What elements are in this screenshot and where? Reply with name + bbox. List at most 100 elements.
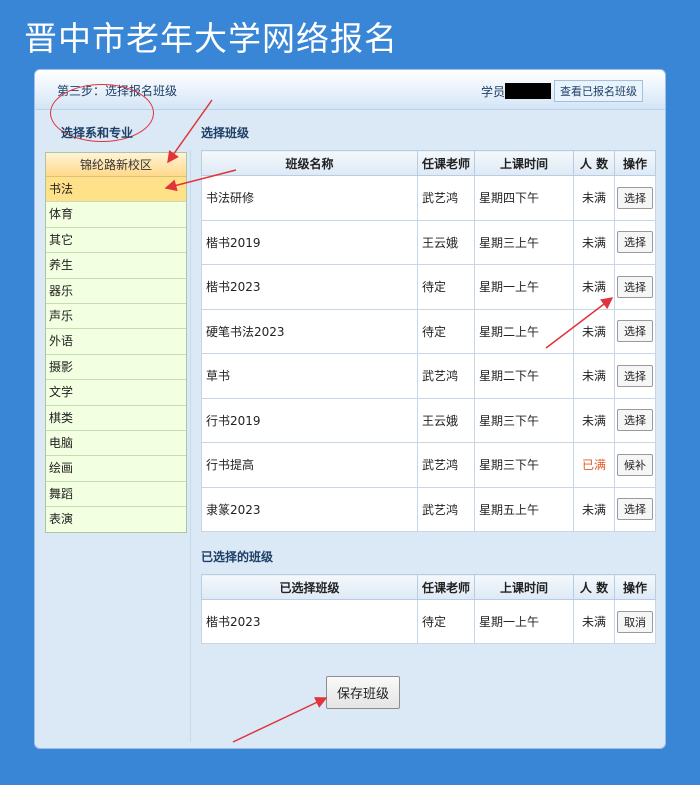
dept-item[interactable]: 器乐: [46, 278, 186, 304]
dept-item[interactable]: 养生: [46, 253, 186, 279]
class-table: 班级名称 任课老师 上课时间 人 数 操作 书法研修 武艺鸿 星期四下午 未满 选择 楷书…: [201, 150, 656, 532]
teacher-cell: 武艺鸿: [417, 486, 475, 532]
class-heading: 选择班级: [201, 126, 250, 140]
teacher-cell: 待定: [417, 599, 475, 644]
dept-heading: 选择系和专业: [61, 126, 134, 140]
time-cell: 星期五上午: [474, 486, 574, 532]
save-class-button[interactable]: 保存班级: [326, 676, 401, 709]
table-row: 行书2019 王云娥 星期三下午 未满 选择: [201, 397, 656, 443]
enrollment-panel: 第三步：选择报名班级 学员 查看已报名班级 选择系和专业 选择班级 锦纶路新校区…: [34, 69, 666, 749]
column-header: 上课时间: [474, 150, 574, 176]
column-header: 操作: [614, 150, 656, 176]
action-cell: 选择: [614, 397, 656, 443]
teacher-cell: 武艺鸿: [417, 442, 475, 488]
dept-item[interactable]: 书法: [46, 177, 186, 203]
teacher-cell: 武艺鸿: [417, 175, 475, 221]
class-name-cell: 隶篆2023: [201, 486, 418, 532]
class-name-cell: 草书: [201, 353, 418, 399]
teacher-cell: 待定: [417, 308, 475, 354]
column-header: 任课老师: [417, 150, 475, 176]
view-enrolled-button[interactable]: 查看已报名班级: [554, 80, 643, 102]
campus-header: 锦纶路新校区: [46, 153, 186, 177]
column-header: 任课老师: [417, 574, 475, 600]
status-cell: 未满: [573, 264, 615, 310]
dept-item[interactable]: 体育: [46, 202, 186, 228]
dept-item[interactable]: 外语: [46, 329, 186, 355]
department-list: 锦纶路新校区 书法 体育 其它 养生 器乐 声乐 外语 摄影 文学 棋类 电脑 绘画 舞蹈 表演: [45, 152, 187, 534]
class-name-cell: 行书提高: [201, 442, 418, 488]
table-row: 草书 武艺鸿 星期二下午 未满 选择: [201, 353, 656, 399]
dept-item[interactable]: 舞蹈: [46, 481, 186, 508]
teacher-cell: 武艺鸿: [417, 353, 475, 399]
dept-item[interactable]: 绘画: [46, 456, 186, 482]
class-name-cell: 书法研修: [201, 175, 418, 221]
column-header: 人 数: [573, 574, 615, 600]
teacher-cell: 王云娥: [417, 397, 475, 443]
column-header: 人 数: [573, 150, 615, 176]
action-button[interactable]: 候补: [617, 453, 653, 476]
table-row: 楷书2023 待定 星期一上午 未满 取消: [201, 599, 656, 644]
class-name-cell: 硬笔书法2023: [201, 308, 418, 354]
status-cell: 已满: [573, 442, 615, 488]
table-row: 硬笔书法2023 待定 星期二上午 未满 选择: [201, 308, 656, 354]
action-cell: 取消: [614, 599, 656, 644]
time-cell: 星期二上午: [474, 308, 574, 354]
time-cell: 星期三上午: [474, 219, 574, 265]
action-button[interactable]: 选择: [617, 364, 653, 387]
time-cell: 星期三下午: [474, 442, 574, 488]
action-button[interactable]: 取消: [617, 610, 653, 633]
status-cell: 未满: [573, 599, 615, 644]
action-button[interactable]: 选择: [617, 498, 653, 521]
dept-item[interactable]: 电脑: [46, 430, 186, 457]
dept-item[interactable]: 表演: [46, 507, 186, 533]
time-cell: 星期二下午: [474, 353, 574, 399]
student-area: 学员 查看已报名班级: [481, 80, 643, 102]
action-cell: 选择: [614, 308, 656, 354]
action-cell: 选择: [614, 175, 656, 221]
action-button[interactable]: 选择: [617, 275, 653, 298]
action-cell: 选择: [614, 264, 656, 310]
status-cell: 未满: [573, 397, 615, 443]
class-name-cell: 行书2019: [201, 397, 418, 443]
status-cell: 未满: [573, 486, 615, 532]
action-cell: 候补: [614, 442, 656, 488]
selected-class-table: 已选择班级 任课老师 上课时间 人 数 操作 楷书2023 待定 星期一上午 未满 取消: [201, 574, 656, 644]
class-name-cell: 楷书2023: [201, 264, 418, 310]
column-header: 上课时间: [474, 574, 574, 600]
student-label: 学员: [480, 84, 505, 99]
dept-item[interactable]: 其它: [46, 227, 186, 254]
class-name-cell: 楷书2019: [201, 219, 418, 265]
table-row: 行书提高 武艺鸿 星期三下午 已满 候补: [201, 442, 656, 488]
action-button[interactable]: 选择: [617, 231, 653, 254]
action-cell: 选择: [614, 219, 656, 265]
action-button[interactable]: 选择: [617, 186, 653, 209]
time-cell: 星期四下午: [474, 175, 574, 221]
redacted-student-name: [505, 83, 551, 99]
column-header: 操作: [614, 574, 656, 600]
table-row: 楷书2019 王云娥 星期三上午 未满 选择: [201, 219, 656, 265]
table-row: 隶篆2023 武艺鸿 星期五上午 未满 选择: [201, 486, 656, 532]
time-cell: 星期一上午: [474, 599, 574, 644]
column-header: 班级名称: [201, 150, 418, 176]
divider: [190, 150, 191, 742]
status-cell: 未满: [573, 219, 615, 265]
teacher-cell: 待定: [417, 264, 475, 310]
action-button[interactable]: 选择: [617, 320, 653, 343]
status-cell: 未满: [573, 308, 615, 354]
dept-item[interactable]: 摄影: [46, 354, 186, 381]
time-cell: 星期一上午: [474, 264, 574, 310]
action-cell: 选择: [614, 486, 656, 532]
dept-item[interactable]: 文学: [46, 380, 186, 406]
status-cell: 未满: [573, 353, 615, 399]
site-title: 晋中市老年大学网络报名: [24, 19, 398, 58]
dept-item[interactable]: 棋类: [46, 405, 186, 431]
teacher-cell: 王云娥: [417, 219, 475, 265]
action-button[interactable]: 选择: [617, 409, 653, 432]
status-cell: 未满: [573, 175, 615, 221]
column-header: 已选择班级: [201, 574, 418, 600]
class-name-cell: 楷书2023: [201, 599, 418, 644]
table-row: 书法研修 武艺鸿 星期四下午 未满 选择: [201, 175, 656, 221]
table-row: 楷书2023 待定 星期一上午 未满 选择: [201, 264, 656, 310]
selected-heading: 已选择的班级: [201, 550, 274, 564]
dept-item[interactable]: 声乐: [46, 303, 186, 330]
